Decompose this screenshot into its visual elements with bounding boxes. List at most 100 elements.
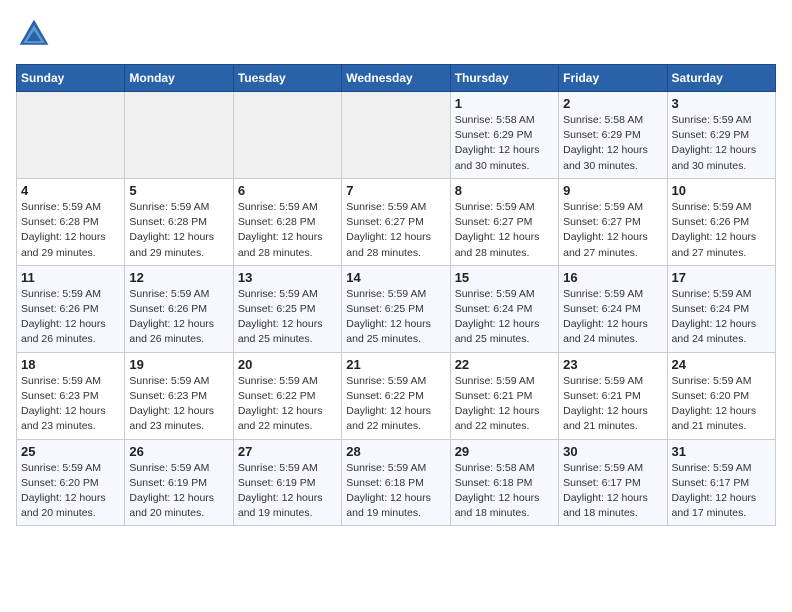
- calendar-cell: 14 Sunrise: 5:59 AM Sunset: 6:25 PM Dayli…: [342, 265, 450, 352]
- calendar-cell: 29 Sunrise: 5:58 AM Sunset: 6:18 PM Dayli…: [450, 439, 558, 526]
- calendar-cell: 6 Sunrise: 5:59 AM Sunset: 6:28 PM Daylig…: [233, 178, 341, 265]
- day-info: Sunrise: 5:59 AM Sunset: 6:28 PM Dayligh…: [238, 200, 337, 261]
- day-number: 9: [563, 183, 662, 198]
- header-friday: Friday: [559, 65, 667, 92]
- calendar-cell: 11Sunrise: 5:59 AM Sunset: 6:26 PM Dayli…: [17, 265, 125, 352]
- day-number: 25: [21, 444, 120, 459]
- day-number: 26: [129, 444, 228, 459]
- calendar-cell: 13 Sunrise: 5:59 AM Sunset: 6:25 PM Dayli…: [233, 265, 341, 352]
- calendar-cell: 23 Sunrise: 5:59 AM Sunset: 6:21 PM Dayli…: [559, 352, 667, 439]
- calendar-table: SundayMondayTuesdayWednesdayThursdayFrid…: [16, 64, 776, 526]
- day-info: Sunrise: 5:59 AM Sunset: 6:27 PM Dayligh…: [346, 200, 445, 261]
- day-number: 30: [563, 444, 662, 459]
- day-number: 10: [672, 183, 771, 198]
- day-info: Sunrise: 5:59 AM Sunset: 6:21 PM Dayligh…: [455, 374, 554, 435]
- day-number: 21: [346, 357, 445, 372]
- day-info: Sunrise: 5:59 AM Sunset: 6:19 PM Dayligh…: [129, 461, 228, 522]
- page-header: [16, 16, 776, 52]
- calendar-cell: 24 Sunrise: 5:59 AM Sunset: 6:20 PM Dayli…: [667, 352, 775, 439]
- day-info: Sunrise: 5:58 AM Sunset: 6:18 PM Dayligh…: [455, 461, 554, 522]
- day-number: 15: [455, 270, 554, 285]
- day-info: Sunrise: 5:59 AM Sunset: 6:27 PM Dayligh…: [455, 200, 554, 261]
- calendar-cell: 17 Sunrise: 5:59 AM Sunset: 6:24 PM Dayli…: [667, 265, 775, 352]
- day-info: Sunrise: 5:58 AM Sunset: 6:29 PM Dayligh…: [563, 113, 662, 174]
- calendar-week-2: 4 Sunrise: 5:59 AM Sunset: 6:28 PM Daylig…: [17, 178, 776, 265]
- day-number: 20: [238, 357, 337, 372]
- calendar-cell: 10 Sunrise: 5:59 AM Sunset: 6:26 PM Dayli…: [667, 178, 775, 265]
- day-info: Sunrise: 5:58 AM Sunset: 6:29 PM Dayligh…: [455, 113, 554, 174]
- calendar-cell: 8Sunrise: 5:59 AM Sunset: 6:27 PM Daylig…: [450, 178, 558, 265]
- day-info: Sunrise: 5:59 AM Sunset: 6:24 PM Dayligh…: [455, 287, 554, 348]
- day-number: 2: [563, 96, 662, 111]
- calendar-cell: 4 Sunrise: 5:59 AM Sunset: 6:28 PM Daylig…: [17, 178, 125, 265]
- calendar-week-3: 11Sunrise: 5:59 AM Sunset: 6:26 PM Dayli…: [17, 265, 776, 352]
- calendar-cell: 1 Sunrise: 5:58 AM Sunset: 6:29 PM Daylig…: [450, 92, 558, 179]
- calendar-cell: 22 Sunrise: 5:59 AM Sunset: 6:21 PM Dayli…: [450, 352, 558, 439]
- calendar-cell: 18Sunrise: 5:59 AM Sunset: 6:23 PM Dayli…: [17, 352, 125, 439]
- day-number: 12: [129, 270, 228, 285]
- header-sunday: Sunday: [17, 65, 125, 92]
- day-number: 23: [563, 357, 662, 372]
- day-info: Sunrise: 5:59 AM Sunset: 6:26 PM Dayligh…: [672, 200, 771, 261]
- day-info: Sunrise: 5:59 AM Sunset: 6:29 PM Dayligh…: [672, 113, 771, 174]
- calendar-cell: 25 Sunrise: 5:59 AM Sunset: 6:20 PM Dayli…: [17, 439, 125, 526]
- calendar-cell: 20 Sunrise: 5:59 AM Sunset: 6:22 PM Dayli…: [233, 352, 341, 439]
- day-info: Sunrise: 5:59 AM Sunset: 6:18 PM Dayligh…: [346, 461, 445, 522]
- day-number: 5: [129, 183, 228, 198]
- calendar-cell: 2 Sunrise: 5:58 AM Sunset: 6:29 PM Daylig…: [559, 92, 667, 179]
- day-number: 22: [455, 357, 554, 372]
- header-saturday: Saturday: [667, 65, 775, 92]
- calendar-header-row: SundayMondayTuesdayWednesdayThursdayFrid…: [17, 65, 776, 92]
- day-number: 19: [129, 357, 228, 372]
- day-info: Sunrise: 5:59 AM Sunset: 6:25 PM Dayligh…: [238, 287, 337, 348]
- day-number: 29: [455, 444, 554, 459]
- day-number: 17: [672, 270, 771, 285]
- day-info: Sunrise: 5:59 AM Sunset: 6:26 PM Dayligh…: [129, 287, 228, 348]
- calendar-cell: 3 Sunrise: 5:59 AM Sunset: 6:29 PM Daylig…: [667, 92, 775, 179]
- day-info: Sunrise: 5:59 AM Sunset: 6:20 PM Dayligh…: [21, 461, 120, 522]
- calendar-week-5: 25 Sunrise: 5:59 AM Sunset: 6:20 PM Dayli…: [17, 439, 776, 526]
- day-number: 24: [672, 357, 771, 372]
- day-number: 6: [238, 183, 337, 198]
- calendar-cell: [17, 92, 125, 179]
- day-info: Sunrise: 5:59 AM Sunset: 6:24 PM Dayligh…: [563, 287, 662, 348]
- day-info: Sunrise: 5:59 AM Sunset: 6:17 PM Dayligh…: [672, 461, 771, 522]
- day-info: Sunrise: 5:59 AM Sunset: 6:25 PM Dayligh…: [346, 287, 445, 348]
- day-info: Sunrise: 5:59 AM Sunset: 6:27 PM Dayligh…: [563, 200, 662, 261]
- day-info: Sunrise: 5:59 AM Sunset: 6:21 PM Dayligh…: [563, 374, 662, 435]
- calendar-cell: 7Sunrise: 5:59 AM Sunset: 6:27 PM Daylig…: [342, 178, 450, 265]
- calendar-cell: 15 Sunrise: 5:59 AM Sunset: 6:24 PM Dayli…: [450, 265, 558, 352]
- header-wednesday: Wednesday: [342, 65, 450, 92]
- day-number: 18: [21, 357, 120, 372]
- day-number: 4: [21, 183, 120, 198]
- calendar-cell: 16Sunrise: 5:59 AM Sunset: 6:24 PM Dayli…: [559, 265, 667, 352]
- calendar-cell: [125, 92, 233, 179]
- calendar-cell: 30Sunrise: 5:59 AM Sunset: 6:17 PM Dayli…: [559, 439, 667, 526]
- header-monday: Monday: [125, 65, 233, 92]
- day-number: 1: [455, 96, 554, 111]
- day-info: Sunrise: 5:59 AM Sunset: 6:22 PM Dayligh…: [346, 374, 445, 435]
- day-info: Sunrise: 5:59 AM Sunset: 6:24 PM Dayligh…: [672, 287, 771, 348]
- calendar-cell: [233, 92, 341, 179]
- calendar-cell: 5 Sunrise: 5:59 AM Sunset: 6:28 PM Daylig…: [125, 178, 233, 265]
- day-info: Sunrise: 5:59 AM Sunset: 6:22 PM Dayligh…: [238, 374, 337, 435]
- day-info: Sunrise: 5:59 AM Sunset: 6:28 PM Dayligh…: [21, 200, 120, 261]
- calendar-cell: 26 Sunrise: 5:59 AM Sunset: 6:19 PM Dayli…: [125, 439, 233, 526]
- day-number: 27: [238, 444, 337, 459]
- calendar-cell: [342, 92, 450, 179]
- day-info: Sunrise: 5:59 AM Sunset: 6:26 PM Dayligh…: [21, 287, 120, 348]
- calendar-cell: 19Sunrise: 5:59 AM Sunset: 6:23 PM Dayli…: [125, 352, 233, 439]
- day-info: Sunrise: 5:59 AM Sunset: 6:20 PM Dayligh…: [672, 374, 771, 435]
- calendar-cell: 28 Sunrise: 5:59 AM Sunset: 6:18 PM Dayli…: [342, 439, 450, 526]
- logo-icon: [16, 16, 52, 52]
- day-number: 13: [238, 270, 337, 285]
- calendar-cell: 31Sunrise: 5:59 AM Sunset: 6:17 PM Dayli…: [667, 439, 775, 526]
- day-info: Sunrise: 5:59 AM Sunset: 6:19 PM Dayligh…: [238, 461, 337, 522]
- calendar-week-1: 1 Sunrise: 5:58 AM Sunset: 6:29 PM Daylig…: [17, 92, 776, 179]
- calendar-cell: 12 Sunrise: 5:59 AM Sunset: 6:26 PM Dayli…: [125, 265, 233, 352]
- day-info: Sunrise: 5:59 AM Sunset: 6:28 PM Dayligh…: [129, 200, 228, 261]
- day-number: 14: [346, 270, 445, 285]
- day-number: 28: [346, 444, 445, 459]
- calendar-week-4: 18Sunrise: 5:59 AM Sunset: 6:23 PM Dayli…: [17, 352, 776, 439]
- day-number: 3: [672, 96, 771, 111]
